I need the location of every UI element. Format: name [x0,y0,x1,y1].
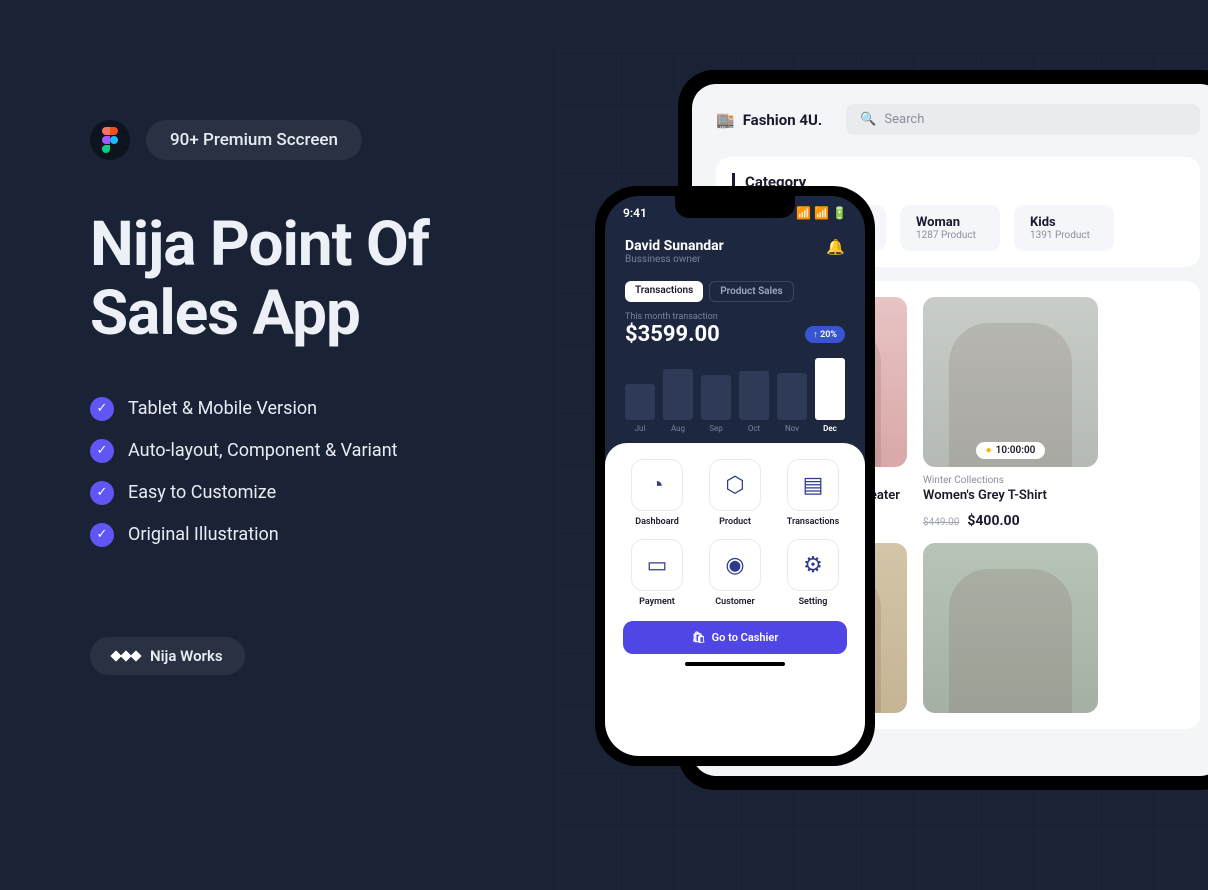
search-input[interactable]: 🔍 Search [846,104,1200,135]
customer-icon: ◉ [709,539,761,591]
user-role: Bussiness owner [625,254,724,265]
tile-label: Payment [623,597,691,607]
cashier-icon: 🛍 [692,631,706,644]
check-icon: ✓ [90,481,114,505]
store-name: Fashion 4U. [743,111,823,129]
product-name: Women's Grey T-Shirt [923,488,1098,503]
chart-bar[interactable]: Oct [739,371,769,433]
category-pill-kids[interactable]: Kids1391 Product [1014,205,1114,251]
cta-label: Go to Cashier [712,631,779,644]
tile-label: Setting [779,597,847,607]
brand-badge: Nija Works [90,637,245,675]
bell-icon[interactable]: 🔔 [826,238,845,256]
feature-list: ✓ Tablet & Mobile Version ✓ Auto-layout, C… [90,397,540,547]
store-brand[interactable]: 🏬 Fashion 4U. [716,111,822,129]
menu-grid: ◔ Dashboard ⬡ Product ▤ Transactions ▭ Payment ◉… [623,459,847,607]
tile-label: Customer [701,597,769,607]
status-time: 9:41 [623,206,647,220]
tile-label: Transactions [779,517,847,527]
phone-device: 9:41 📶 📶 🔋 David Sunandar Bussiness owne… [595,186,875,766]
menu-tile-setting[interactable]: ⚙ Setting [779,539,847,607]
product-card[interactable]: ●10:00:00 Winter Collections Women's Gre… [923,297,1098,529]
feature-item: ✓ Original Illustration [90,523,540,547]
feature-item: ✓ Auto-layout, Component & Variant [90,439,540,463]
tile-label: Dashboard [623,517,691,527]
chart-bar[interactable]: Aug [663,369,693,434]
check-icon: ✓ [90,523,114,547]
feature-label: Tablet & Mobile Version [128,398,317,419]
go-to-cashier-button[interactable]: 🛍 Go to Cashier [623,621,847,654]
product-badge: ●10:00:00 [976,442,1046,459]
product-price: $400.00 [967,513,1019,529]
transactions-icon: ▤ [787,459,839,511]
coin-icon: ● [986,445,992,456]
chart-bar[interactable]: Nov [777,373,807,433]
chart-bar[interactable]: Dec [815,358,845,433]
setting-icon: ⚙ [787,539,839,591]
menu-tile-dashboard[interactable]: ◔ Dashboard [623,459,691,527]
brand-logo-icon [112,652,140,660]
menu-tile-payment[interactable]: ▭ Payment [623,539,691,607]
chart-bar[interactable]: Jul [625,384,655,434]
bar-chart: Jul Aug Sep Oct Nov Dec [605,353,865,443]
product-icon: ⬡ [709,459,761,511]
product-image: ●10:00:00 [923,297,1098,467]
phone-notch [675,196,795,218]
menu-tile-customer[interactable]: ◉ Customer [701,539,769,607]
premium-badge: 90+ Premium Sccreen [146,120,362,160]
product-category: Winter Collections [923,475,1098,486]
store-icon: 🏬 [716,111,735,129]
menu-tile-product[interactable]: ⬡ Product [701,459,769,527]
tab-transactions[interactable]: Transactions [625,281,703,302]
user-name: David Sunandar [625,238,724,254]
phone-screen: 9:41 📶 📶 🔋 David Sunandar Bussiness owne… [605,196,865,756]
home-indicator[interactable] [685,662,785,666]
feature-item: ✓ Tablet & Mobile Version [90,397,540,421]
brand-name: Nija Works [150,647,223,665]
feature-label: Auto-layout, Component & Variant [128,440,398,461]
category-pill-woman[interactable]: Woman1287 Product [900,205,1000,251]
chart-bar[interactable]: Sep [701,375,731,434]
payment-icon: ▭ [631,539,683,591]
metric-label: This month transaction [625,312,845,322]
tile-label: Product [701,517,769,527]
feature-label: Original Illustration [128,524,279,545]
promo-panel: 90+ Premium Sccreen Nija Point Of Sales … [90,120,540,675]
feature-label: Easy to Customize [128,482,276,503]
metric-percent: ↑ 20% [805,326,845,343]
main-title: Nija Point Of Sales App [90,210,540,349]
menu-tile-transactions[interactable]: ▤ Transactions [779,459,847,527]
product-old-price: $449.00 [923,517,959,528]
dashboard-icon: ◔ [631,459,683,511]
status-icons: 📶 📶 🔋 [796,206,847,220]
search-placeholder: Search [884,112,924,127]
metric-value: $3599.00 [625,322,720,347]
figma-icon [90,120,130,160]
feature-item: ✓ Easy to Customize [90,481,540,505]
search-icon: 🔍 [860,112,876,127]
check-icon: ✓ [90,439,114,463]
check-icon: ✓ [90,397,114,421]
tab-product-sales[interactable]: Product Sales [709,281,793,302]
product-image [923,543,1098,713]
product-card[interactable] [923,543,1098,713]
